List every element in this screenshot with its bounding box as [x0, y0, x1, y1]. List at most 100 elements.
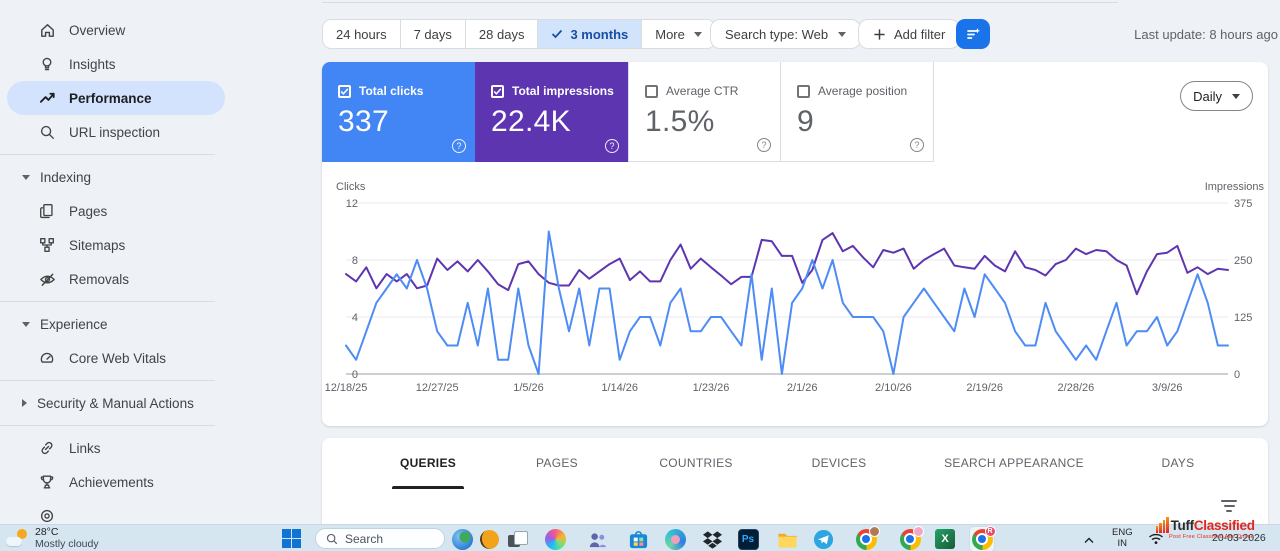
tray-language-indicator[interactable]: ENG IN — [1112, 527, 1133, 549]
tab-pages[interactable]: PAGES — [536, 456, 578, 470]
lightbulb-icon — [37, 54, 57, 74]
table-filter-icon[interactable] — [1220, 500, 1238, 514]
svg-text:375: 375 — [1234, 198, 1252, 210]
metric-tile-average-position[interactable]: Average position 9? — [781, 62, 934, 162]
svg-text:Clicks: Clicks — [336, 181, 366, 193]
taskbar-icon-edge[interactable] — [663, 527, 687, 551]
svg-text:12/18/25: 12/18/25 — [325, 382, 368, 394]
taskbar-icon-file-explorer[interactable] — [775, 527, 799, 551]
top-divider — [322, 2, 1118, 3]
range-more[interactable]: More — [641, 20, 715, 48]
sidebar-item-achievements[interactable]: Achievements — [7, 465, 225, 499]
sidebar-divider — [0, 301, 215, 302]
taskbar-icon-telegram[interactable] — [811, 527, 835, 551]
clicks-impressions-line-chart: 12 375 8 250 4 125 0 0 Clicks Impressions 12/18/25… — [325, 181, 1265, 394]
taskbar-icon-chrome-profile-pig[interactable] — [898, 525, 924, 551]
search-type-chip[interactable]: Search type: Web — [710, 19, 862, 49]
taskbar-icon-globe[interactable] — [450, 527, 474, 551]
tab-countries[interactable]: COUNTRIES — [659, 456, 732, 470]
sidebar-item-overview[interactable]: Overview — [7, 13, 225, 47]
svg-text:8: 8 — [352, 255, 358, 267]
sidebar-item-sitemaps[interactable]: Sitemaps — [7, 228, 225, 262]
windows-start-button[interactable] — [282, 529, 301, 548]
metric-checkbox[interactable] — [797, 84, 810, 98]
chevron-down-icon — [838, 31, 847, 37]
taskbar-icon-copilot[interactable] — [543, 527, 567, 551]
range-24-hours[interactable]: 24 hours — [323, 20, 400, 48]
sidebar-item-settings[interactable] — [7, 499, 225, 524]
sidebar-section-experience[interactable]: Experience — [0, 307, 227, 341]
last-update-text: Last update: 8 hours ago — [1134, 27, 1278, 42]
taskbar-icon-photoshop[interactable]: Ps — [736, 527, 760, 551]
date-range-segmented-control: 24 hours 7 days 28 days 3 months More — [322, 19, 716, 49]
weather-sun-cloud-icon — [6, 527, 28, 549]
metric-tile-total-clicks[interactable]: Total clicks 337? — [322, 62, 475, 162]
svg-text:2/10/26: 2/10/26 — [875, 382, 912, 394]
windows-taskbar: 28°C Mostly cloudy Search Ps X R ENG IN 20… — [0, 524, 1280, 551]
taskbar-icon-task-view[interactable] — [505, 527, 529, 551]
sidebar-item-performance[interactable]: Performance — [7, 81, 225, 115]
clicks-line — [345, 230, 1229, 375]
range-3-months[interactable]: 3 months — [537, 20, 642, 48]
help-icon[interactable]: ? — [910, 138, 924, 152]
google-search-console-performance-page: Overview Insights Performance URL inspectio… — [0, 0, 1280, 551]
metric-tile-average-ctr[interactable]: Average CTR 1.5%? — [628, 62, 781, 162]
tab-queries[interactable]: QUERIES — [400, 456, 456, 470]
sidebar-item-url-inspection[interactable]: URL inspection — [7, 115, 225, 149]
help-icon[interactable]: ? — [452, 139, 466, 153]
range-7-days[interactable]: 7 days — [399, 20, 465, 48]
check-icon — [340, 87, 349, 95]
chevron-down-icon — [1232, 93, 1240, 99]
svg-text:2/28/26: 2/28/26 — [1058, 382, 1095, 394]
pages-icon — [37, 201, 57, 221]
range-28-days[interactable]: 28 days — [464, 20, 538, 48]
svg-text:2/19/26: 2/19/26 — [966, 382, 1003, 394]
active-tab-underline — [392, 486, 464, 489]
tab-days[interactable]: DAYS — [1162, 456, 1195, 470]
svg-text:250: 250 — [1234, 255, 1252, 267]
smart-filter-button[interactable] — [956, 19, 990, 49]
sidebar-section-security-manual-actions[interactable]: Security & Manual Actions — [0, 386, 227, 420]
add-filter-chip[interactable]: Add filter — [858, 19, 961, 49]
taskbar-icon-microsoft-store[interactable] — [626, 527, 650, 551]
chevron-down-icon — [22, 321, 30, 327]
chevron-down-icon — [693, 31, 702, 37]
metric-checkbox[interactable] — [338, 84, 351, 98]
tab-search-appearance[interactable]: SEARCH APPEARANCE — [944, 456, 1084, 470]
taskbar-icon-teams[interactable] — [585, 527, 609, 551]
metric-checkbox[interactable] — [491, 84, 504, 98]
svg-text:0: 0 — [1234, 369, 1240, 381]
taskbar-icon-chrome-profile-man[interactable] — [854, 525, 880, 551]
sidebar-item-links[interactable]: Links — [7, 431, 225, 465]
sidebar-item-core-web-vitals[interactable]: Core Web Vitals — [7, 341, 225, 375]
taskbar-icon-chrome-active-r[interactable]: R — [970, 525, 996, 551]
check-icon — [493, 87, 502, 95]
wifi-icon[interactable] — [1148, 532, 1164, 550]
taskbar-icon-orange-moon[interactable] — [477, 527, 501, 551]
filter-bar: 24 hours 7 days 28 days 3 months More Search… — [322, 19, 990, 49]
help-icon[interactable]: ? — [757, 138, 771, 152]
granularity-label: Daily — [1193, 88, 1222, 104]
gauge-icon — [37, 348, 57, 368]
metric-tile-total-impressions[interactable]: Total impressions 22.4K? — [475, 62, 628, 162]
tray-date[interactable]: 20-03-2026 — [1212, 532, 1266, 544]
taskbar-icon-dropbox[interactable] — [700, 527, 724, 551]
granularity-dropdown[interactable]: Daily — [1180, 81, 1253, 111]
taskbar-weather-widget[interactable]: 28°C Mostly cloudy — [6, 526, 99, 550]
profile-r-badge: R — [984, 525, 996, 537]
taskbar-search-box[interactable]: Search — [315, 528, 445, 549]
taskbar-icon-excel[interactable]: X — [933, 527, 957, 551]
metric-checkbox[interactable] — [645, 84, 658, 98]
sidebar-item-removals[interactable]: Removals — [7, 262, 225, 296]
weather-condition: Mostly cloudy — [35, 538, 99, 550]
help-icon[interactable]: ? — [605, 139, 619, 153]
profile-avatar-badge — [912, 525, 924, 537]
svg-text:1/23/26: 1/23/26 — [693, 382, 730, 394]
add-filter-label: Add filter — [894, 26, 946, 42]
tab-devices[interactable]: DEVICES — [812, 456, 867, 470]
tray-chevron-up-icon[interactable] — [1083, 532, 1095, 550]
metric-value: 22.4K — [491, 105, 571, 138]
sidebar-item-insights[interactable]: Insights — [7, 47, 225, 81]
sidebar-item-pages[interactable]: Pages — [7, 194, 225, 228]
sidebar-section-indexing[interactable]: Indexing — [0, 160, 227, 194]
